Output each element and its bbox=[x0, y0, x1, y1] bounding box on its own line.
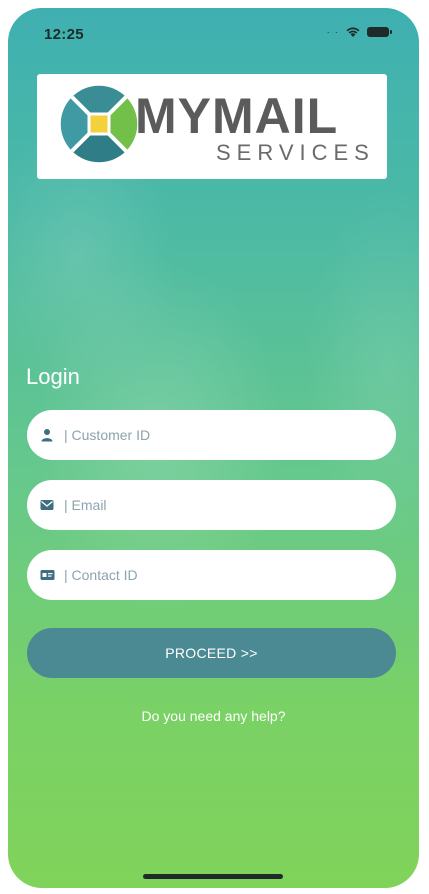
customer-id-input[interactable] bbox=[62, 426, 356, 444]
logo-mark-icon bbox=[60, 85, 138, 163]
email-input[interactable] bbox=[62, 496, 356, 514]
status-icons: · · bbox=[326, 26, 392, 38]
customer-id-field-container bbox=[27, 410, 396, 460]
envelope-icon bbox=[40, 497, 56, 513]
battery-icon bbox=[367, 27, 392, 37]
person-icon bbox=[40, 427, 56, 443]
app-screen: 12:25 · · MYMAIL SERVICES Login | Custom… bbox=[8, 8, 419, 888]
signal-dots-icon: · · bbox=[326, 26, 339, 38]
id-card-icon bbox=[40, 567, 56, 583]
status-time: 12:25 bbox=[44, 26, 84, 43]
brand-logo: MYMAIL SERVICES bbox=[37, 74, 387, 179]
contact-id-input[interactable] bbox=[62, 566, 356, 584]
help-link[interactable]: Do you need any help? bbox=[8, 708, 419, 724]
proceed-button[interactable]: PROCEED >> bbox=[27, 628, 396, 678]
logo-subtitle: SERVICES bbox=[216, 140, 375, 165]
home-indicator[interactable] bbox=[143, 874, 283, 879]
wifi-icon bbox=[346, 27, 360, 37]
status-bar: 12:25 · · bbox=[8, 8, 419, 52]
login-heading: Login bbox=[26, 364, 80, 389]
logo-title: MYMAIL bbox=[135, 88, 339, 144]
email-field-container bbox=[27, 480, 396, 530]
contact-id-field-container bbox=[27, 550, 396, 600]
